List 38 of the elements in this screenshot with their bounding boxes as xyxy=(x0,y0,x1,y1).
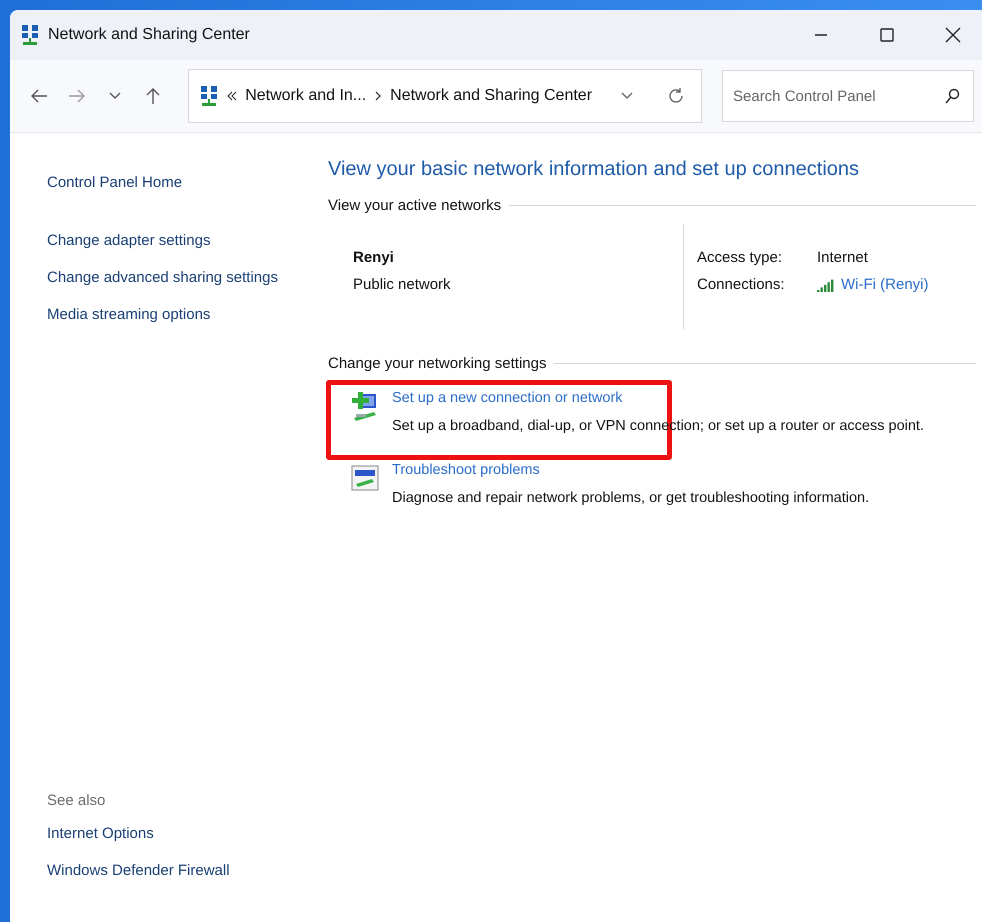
search-icon xyxy=(944,88,960,104)
sidebar-link[interactable]: Control Panel Home xyxy=(47,171,291,195)
dropdown-icon[interactable] xyxy=(621,92,633,100)
task-link[interactable]: Set up a new connection or network xyxy=(392,390,924,406)
address-bar[interactable]: Network and In... Network and Sharing Center xyxy=(188,69,702,123)
sidebar-link[interactable]: Windows Defender Firewall xyxy=(47,859,291,883)
network-name: Renyi xyxy=(353,249,395,266)
sidebar-link[interactable]: Change advanced sharing settings xyxy=(47,266,291,290)
section-heading: View your active networks xyxy=(328,197,502,214)
up-arrow-icon xyxy=(146,87,160,105)
connection-link[interactable]: Wi-Fi (Renyi) xyxy=(817,276,928,293)
back-arrow-icon xyxy=(30,89,48,103)
task-link[interactable]: Troubleshoot problems xyxy=(392,462,870,478)
breadcrumb[interactable]: Network and In... xyxy=(245,87,366,105)
window-title: Network and Sharing Center xyxy=(48,26,251,44)
sidebar-link[interactable]: Media streaming options xyxy=(47,303,291,327)
task-description: Diagnose and repair network problems, or get troubleshooting information. xyxy=(392,490,870,506)
refresh-icon[interactable] xyxy=(667,87,685,105)
network-icon xyxy=(20,24,40,46)
chevron-down-icon xyxy=(109,92,122,100)
maximize-icon xyxy=(880,28,894,42)
forward-arrow-icon xyxy=(68,89,86,103)
chevron-right-icon xyxy=(374,91,382,101)
chevrons-icon xyxy=(227,91,238,101)
signal-icon xyxy=(817,278,835,292)
page-heading: View your basic network information and set up connections xyxy=(328,158,860,181)
sidebar-link[interactable]: Change adapter settings xyxy=(47,229,291,253)
access-type-value: Internet xyxy=(817,249,869,266)
breadcrumb[interactable]: Network and Sharing Center xyxy=(390,87,592,105)
close-icon xyxy=(945,27,961,43)
connections-label: Connections: xyxy=(697,276,786,293)
network-category: Public network xyxy=(353,276,452,293)
section-heading: Change your networking settings xyxy=(328,355,546,372)
search-field[interactable]: Search Control Panel xyxy=(722,70,974,122)
sidebar-link[interactable]: Internet Options xyxy=(47,822,291,846)
network-icon xyxy=(199,85,220,107)
access-type-label: Access type: xyxy=(697,249,784,266)
see-also-heading: See also xyxy=(47,792,106,809)
